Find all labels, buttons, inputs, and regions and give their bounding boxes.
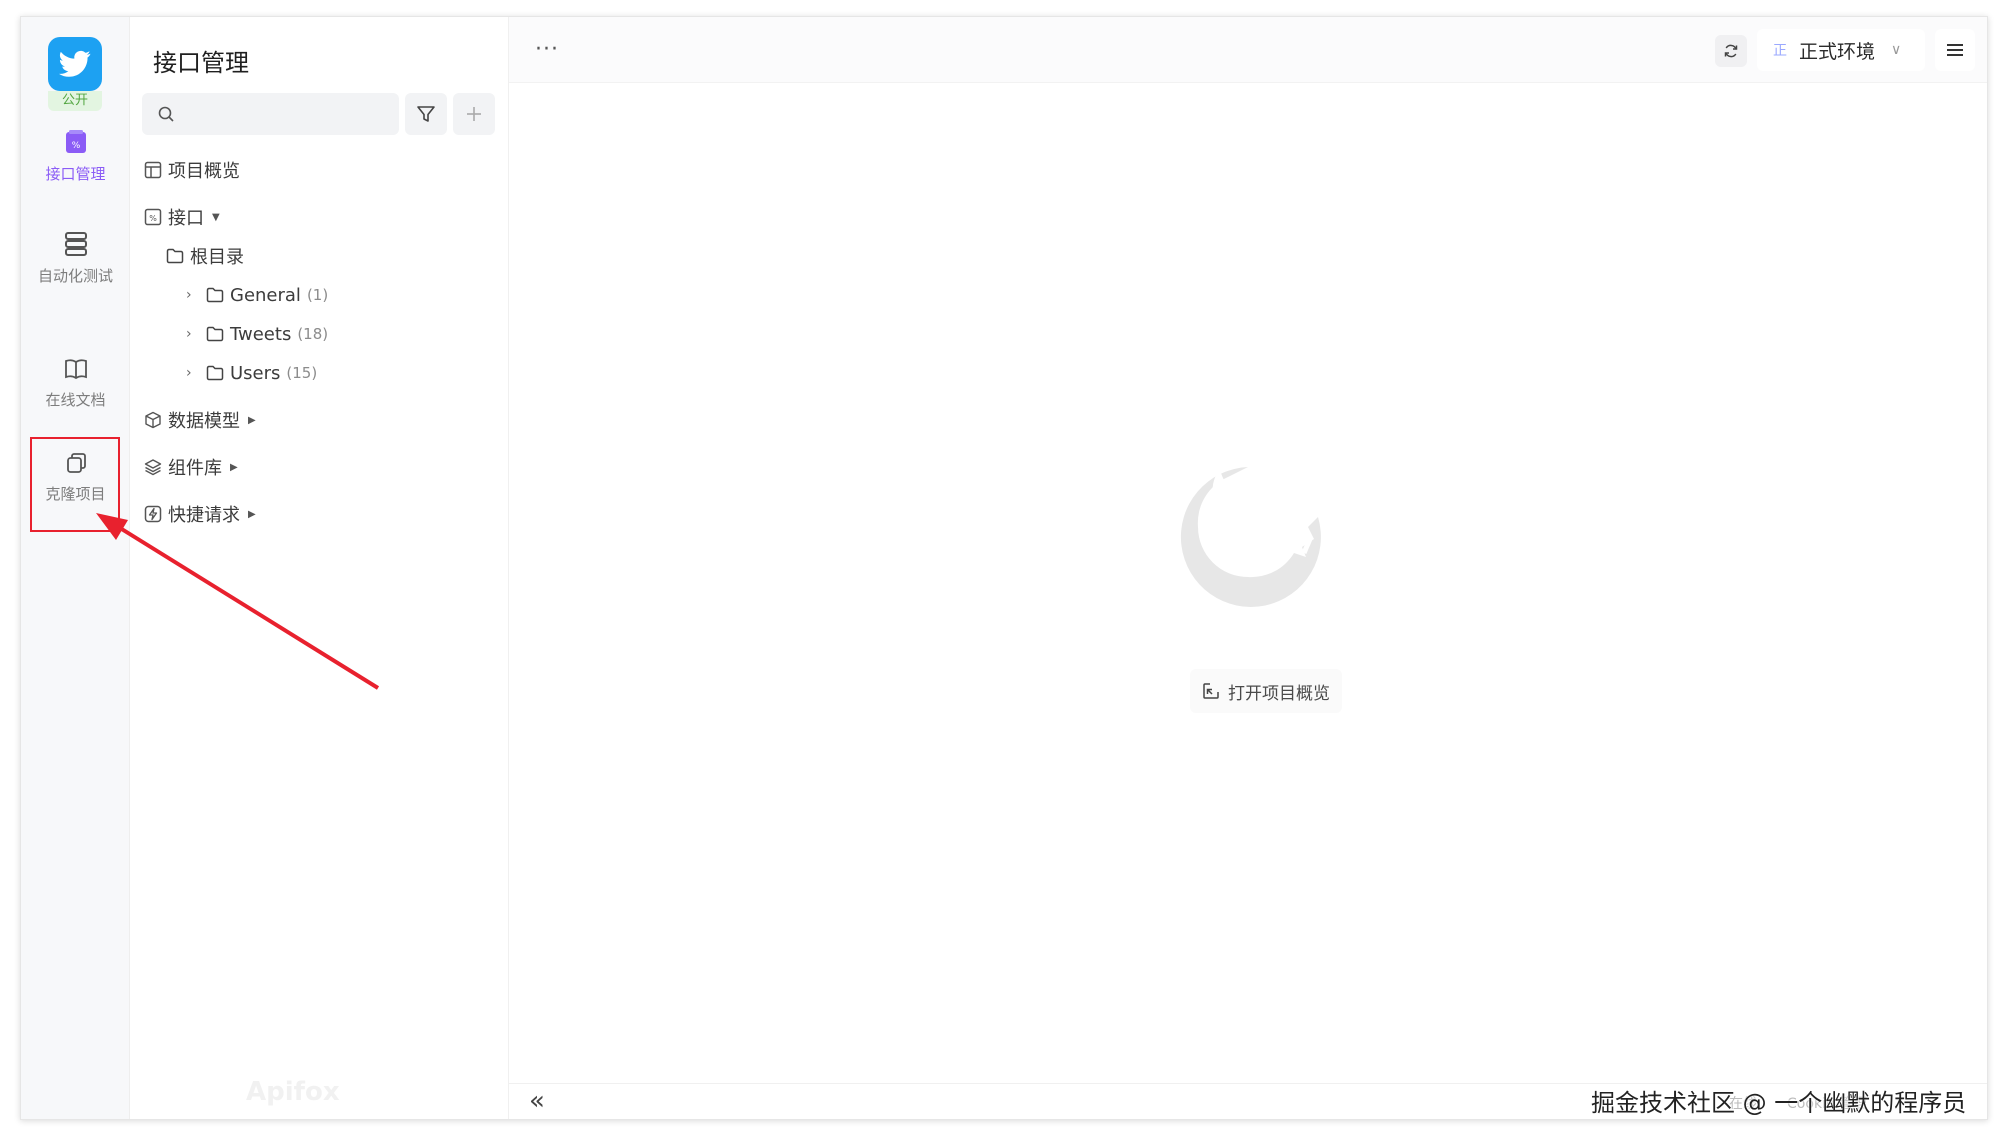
tree-label-quick-requests: 快捷请求	[168, 505, 240, 526]
chevron-right-icon[interactable]: ›	[186, 326, 206, 342]
tree-label-components: 组件库	[168, 458, 222, 479]
caret-right-icon: ▶	[230, 461, 238, 473]
tree-item-folder-tweets[interactable]: › Tweets (18)	[130, 317, 509, 351]
tree-label-interfaces: 接口	[168, 208, 204, 229]
main-topbar: ··· 正 正式环境 ∨	[509, 17, 1987, 83]
rail-label-online-docs: 在线文档	[45, 391, 106, 409]
empty-state-illustration	[1180, 467, 1321, 607]
chevron-down-icon: ∨	[1891, 42, 1902, 58]
online-docs-book-icon	[64, 359, 87, 380]
automation-test-icon	[64, 232, 87, 256]
tree-item-root[interactable]: 根目录	[130, 239, 509, 273]
folder-icon	[206, 287, 224, 303]
folder-count: (18)	[297, 325, 329, 343]
clone-project-highlight-box	[30, 437, 120, 532]
filter-button[interactable]	[405, 93, 447, 135]
refresh-button[interactable]	[1715, 35, 1747, 67]
api-management-icon: %	[65, 130, 86, 153]
chevron-right-icon[interactable]: ›	[186, 365, 206, 381]
tree-item-project-overview[interactable]: 项目概览	[130, 153, 509, 187]
open-overview-label: 打开项目概览	[1228, 683, 1330, 704]
search-input[interactable]	[184, 93, 389, 135]
tree-item-quick-requests[interactable]: 快捷请求 ▶	[130, 497, 509, 531]
search-icon	[158, 106, 174, 122]
folder-icon	[206, 365, 224, 381]
api-tree-sidebar: 接口管理 项目概览 % 接口 ▼ 根目录 › General (1) › Twe…	[130, 17, 509, 1119]
svg-text:%: %	[149, 214, 157, 223]
more-options-button[interactable]: ···	[535, 37, 559, 62]
main-content: ··· 正 正式环境 ∨ 打开项目概览 « 在线 Cookie 管理	[509, 17, 1987, 1119]
env-name: 正式环境	[1799, 40, 1876, 63]
add-button[interactable]	[453, 93, 495, 135]
folder-count: (1)	[306, 286, 329, 304]
caret-down-icon: ▼	[212, 211, 220, 223]
hamburger-icon	[1947, 44, 1963, 46]
folder-icon	[206, 326, 224, 342]
tree-item-data-models[interactable]: 数据模型 ▶	[130, 403, 509, 437]
folder-count: (15)	[286, 364, 318, 382]
apifox-watermark-logo: Apifox	[246, 1077, 340, 1107]
folder-name: Tweets	[230, 323, 292, 345]
project-avatar[interactable]	[48, 37, 102, 91]
folder-name: General	[230, 284, 301, 306]
watermark-credit: 掘金技术社区 @ 一个幽默的程序员	[1591, 1089, 1967, 1117]
rail-item-automation-test[interactable]: 自动化测试	[21, 231, 130, 286]
tree-item-folder-general[interactable]: › General (1)	[130, 278, 509, 312]
tree-label-data-models: 数据模型	[168, 411, 240, 432]
caret-right-icon: ▶	[248, 414, 256, 426]
tree-item-interfaces[interactable]: % 接口 ▼	[130, 200, 509, 234]
twitter-bird-icon	[59, 50, 91, 77]
sidebar-title: 接口管理	[153, 49, 249, 77]
chevron-right-icon[interactable]: ›	[186, 287, 206, 303]
layers-icon	[144, 459, 162, 476]
environment-select[interactable]: 正 正式环境 ∨	[1757, 29, 1925, 71]
rail-label-api-management: 接口管理	[45, 165, 106, 183]
lightning-icon	[144, 505, 162, 523]
search-box[interactable]	[142, 93, 399, 135]
refresh-icon	[1724, 44, 1738, 58]
caret-right-icon: ▶	[248, 508, 256, 520]
open-project-overview-button[interactable]: 打开项目概览	[1190, 669, 1342, 713]
interface-icon: %	[144, 208, 162, 226]
collapse-sidebar-button[interactable]: «	[529, 1086, 545, 1116]
svg-text:%: %	[71, 141, 80, 151]
layout-overview-icon	[144, 161, 162, 179]
folder-icon	[166, 248, 184, 264]
rail-label-automation-test: 自动化测试	[37, 267, 113, 285]
folder-name: Users	[230, 362, 281, 384]
cube-icon	[145, 411, 161, 429]
tree-item-folder-users[interactable]: › Users (15)	[130, 356, 509, 390]
tree-label-project-overview: 项目概览	[168, 161, 240, 182]
menu-button[interactable]	[1935, 29, 1975, 71]
open-link-icon	[1203, 683, 1219, 699]
filter-icon	[417, 106, 435, 122]
rail-item-api-management[interactable]: % 接口管理	[21, 129, 130, 184]
public-badge: 公开	[48, 91, 102, 111]
tree-item-components[interactable]: 组件库 ▶	[130, 450, 509, 484]
app-window: 公开 % 接口管理 自动化测试 在线文档 克隆项目 接口管理 项目概览 % 接口…	[20, 16, 1988, 1120]
env-mark: 正	[1773, 43, 1787, 59]
tree-label-root: 根目录	[190, 247, 244, 268]
rail-item-online-docs[interactable]: 在线文档	[21, 357, 130, 410]
plus-icon	[467, 107, 481, 121]
left-icon-rail: 公开 % 接口管理 自动化测试 在线文档 克隆项目	[21, 17, 130, 1119]
